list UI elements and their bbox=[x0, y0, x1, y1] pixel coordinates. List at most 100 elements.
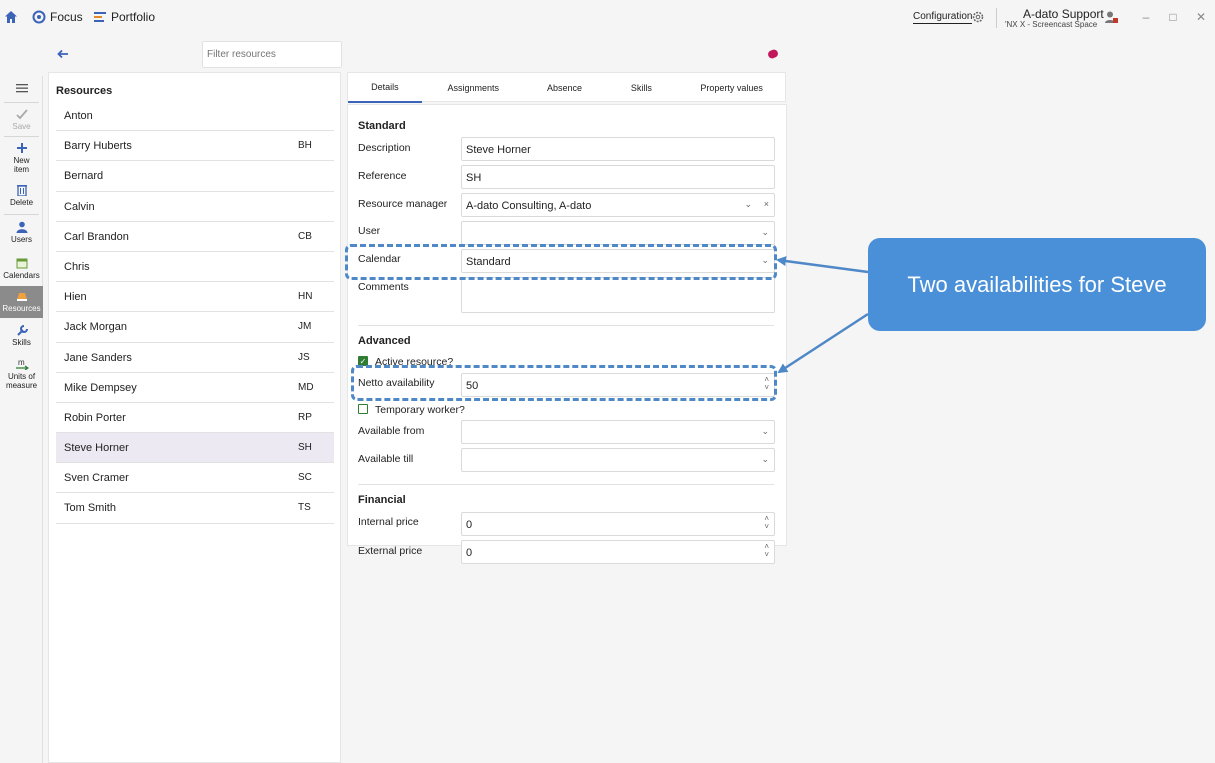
filter-resources-input[interactable] bbox=[202, 41, 342, 68]
resources-panel: Resources Anton Barry Huberts BH Bernard Cal… bbox=[48, 72, 341, 763]
tab-property-values[interactable]: Property values bbox=[678, 73, 785, 103]
list-item[interactable]: Chris bbox=[56, 252, 334, 283]
save-button-label: Save bbox=[12, 122, 31, 131]
skills-label: Skills bbox=[12, 338, 31, 347]
tab-details[interactable]: Details bbox=[348, 73, 422, 103]
wrench-icon bbox=[16, 325, 28, 336]
list-item[interactable]: Sven Cramer SC bbox=[56, 463, 334, 494]
chevron-down-icon[interactable]: ⌄ bbox=[761, 227, 769, 238]
focus-icon bbox=[32, 10, 46, 24]
user-space: 'NX X - Screencast Space bbox=[1005, 20, 1098, 29]
eraser-icon[interactable] bbox=[766, 48, 780, 60]
list-item[interactable]: Jack Morgan JM bbox=[56, 312, 334, 343]
units-of-measure-button[interactable]: m Units of measure bbox=[0, 358, 43, 390]
comments-label: Comments bbox=[358, 281, 409, 293]
resource-name: Jane Sanders bbox=[64, 351, 132, 364]
list-item[interactable]: Robin Porter RP bbox=[56, 403, 334, 434]
list-item[interactable]: Mike Dempsey MD bbox=[56, 373, 334, 403]
list-item[interactable]: Carl Brandon CB bbox=[56, 222, 334, 252]
nav-focus[interactable]: Focus bbox=[32, 10, 83, 24]
configuration-link[interactable]: Configuration bbox=[913, 11, 973, 24]
stepper-icon[interactable]: ˄ ˅ bbox=[764, 543, 769, 559]
tab-skills[interactable]: Skills bbox=[604, 73, 678, 103]
section-divider bbox=[358, 484, 774, 485]
resource-name: Mike Dempsey bbox=[64, 381, 137, 394]
clear-icon[interactable]: × bbox=[764, 199, 769, 209]
reference-label: Reference bbox=[358, 170, 407, 182]
chevron-down-icon[interactable]: ⌄ bbox=[761, 454, 769, 465]
units-of-measure-label: Units of measure bbox=[5, 372, 38, 390]
new-item-label: New item bbox=[13, 156, 30, 174]
skills-button[interactable]: Skills bbox=[0, 324, 43, 347]
list-item[interactable]: Anton bbox=[56, 101, 334, 132]
gear-icon[interactable] bbox=[971, 10, 985, 24]
maximize-icon[interactable]: □ bbox=[1166, 10, 1180, 24]
resources-button[interactable]: Resources bbox=[0, 286, 43, 318]
trash-icon bbox=[16, 185, 27, 196]
resource-initials: HN bbox=[298, 291, 313, 303]
list-item[interactable]: Calvin bbox=[56, 192, 334, 222]
close-icon[interactable]: ✕ bbox=[1194, 10, 1208, 24]
resource-manager-select[interactable]: A-dato Consulting, A-dato ⌄ × bbox=[461, 193, 775, 217]
resource-name: Jack Morgan bbox=[64, 321, 127, 334]
list-item[interactable]: Hien HN bbox=[56, 282, 334, 313]
external-price-field[interactable]: 0 ˄ ˅ bbox=[461, 540, 775, 564]
back-arrow-icon[interactable] bbox=[56, 47, 70, 61]
resources-icon bbox=[16, 293, 27, 301]
callout-text: Two availabilities for Steve bbox=[907, 271, 1167, 297]
user-lock-icon[interactable] bbox=[1104, 10, 1118, 24]
list-item[interactable]: Bernard bbox=[56, 161, 334, 192]
list-item[interactable]: Tom Smith TS bbox=[56, 493, 334, 524]
available-till-label: Available till bbox=[358, 453, 414, 465]
rail-divider bbox=[4, 102, 39, 103]
tab-absence[interactable]: Absence bbox=[525, 73, 605, 103]
chevron-down-icon[interactable]: ⌄ bbox=[744, 199, 752, 210]
app-window: Focus Portfolio Configuration A-dato Sup… bbox=[0, 0, 1215, 763]
nav-focus-label: Focus bbox=[50, 10, 83, 24]
tab-assignments[interactable]: Assignments bbox=[422, 73, 525, 103]
home-icon[interactable] bbox=[4, 10, 18, 24]
resource-manager-label: Resource manager bbox=[358, 198, 448, 210]
external-price-label: External price bbox=[358, 545, 423, 557]
resource-name: Chris bbox=[64, 260, 90, 273]
comments-field[interactable] bbox=[461, 277, 775, 313]
new-item-button[interactable]: New item bbox=[0, 142, 43, 174]
user-name: A-dato Support bbox=[1023, 7, 1104, 21]
netto-availability-highlight bbox=[351, 365, 777, 401]
menu-icon[interactable] bbox=[0, 82, 43, 96]
reference-field[interactable]: SH bbox=[461, 165, 775, 189]
user-select[interactable]: ⌄ bbox=[461, 221, 775, 245]
users-button[interactable]: Users bbox=[0, 221, 43, 244]
rail-divider bbox=[4, 214, 39, 215]
topbar-separator bbox=[996, 8, 997, 28]
arrow-to-netto-availability bbox=[777, 312, 869, 374]
resource-manager-value: A-dato Consulting, A-dato bbox=[466, 200, 592, 212]
resource-initials: MD bbox=[298, 381, 314, 393]
nav-portfolio[interactable]: Portfolio bbox=[93, 10, 155, 24]
delete-button[interactable]: Delete bbox=[0, 184, 43, 207]
user-label: User bbox=[358, 225, 381, 237]
calendars-button[interactable]: Calendars bbox=[0, 257, 43, 280]
resource-initials: SC bbox=[298, 472, 312, 484]
internal-price-field[interactable]: 0 ˄ ˅ bbox=[461, 512, 775, 536]
chevron-down-icon[interactable]: ⌄ bbox=[761, 426, 769, 437]
advanced-heading: Advanced bbox=[358, 335, 411, 347]
resource-name: Robin Porter bbox=[64, 411, 126, 424]
stepper-icon[interactable]: ˄ ˅ bbox=[764, 515, 769, 531]
description-field[interactable]: Steve Horner bbox=[461, 137, 775, 161]
resource-initials: CB bbox=[298, 230, 312, 242]
temporary-worker-checkbox[interactable] bbox=[358, 404, 368, 414]
list-item[interactable]: Jane Sanders JS bbox=[56, 343, 334, 373]
resource-name: Hien bbox=[64, 291, 87, 304]
external-price-value: 0 bbox=[466, 547, 473, 559]
available-from-select[interactable]: ⌄ bbox=[461, 420, 775, 444]
calendar-highlight bbox=[345, 244, 777, 280]
list-item[interactable]: Barry Huberts BH bbox=[56, 131, 334, 162]
list-item[interactable]: Steve Horner SH bbox=[56, 433, 334, 464]
minimize-icon[interactable]: – bbox=[1139, 10, 1153, 24]
available-till-select[interactable]: ⌄ bbox=[461, 448, 775, 472]
hamburger-icon bbox=[15, 84, 28, 93]
top-bar: Focus Portfolio Configuration A-dato Sup… bbox=[0, 0, 1215, 36]
left-rail: Save New item Delete Users Calendars Res… bbox=[0, 76, 43, 763]
save-button[interactable]: Save bbox=[0, 108, 43, 131]
